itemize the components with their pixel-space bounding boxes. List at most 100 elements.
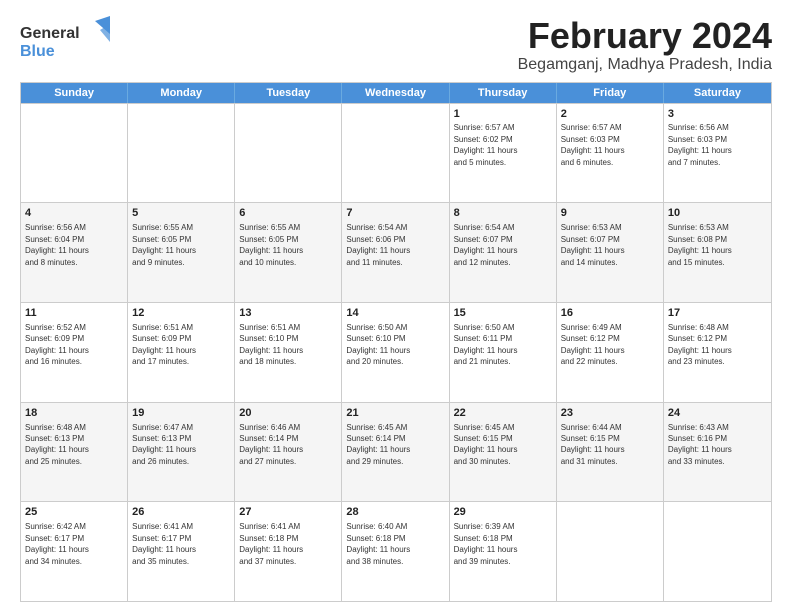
calendar-cell: 26 Sunrise: 6:41 AM Sunset: 6:17 PM Dayli… [128, 502, 235, 601]
day-info: Sunrise: 6:55 AM Sunset: 6:05 PM Dayligh… [132, 223, 196, 266]
calendar-cell [664, 502, 771, 601]
day-number: 12 [132, 306, 230, 321]
day-info: Sunrise: 6:40 AM Sunset: 6:18 PM Dayligh… [346, 522, 410, 565]
day-number: 29 [454, 505, 552, 520]
day-info: Sunrise: 6:45 AM Sunset: 6:15 PM Dayligh… [454, 423, 518, 466]
calendar-cell: 28Sunrise: 6:40 AM Sunset: 6:18 PM Dayli… [342, 502, 449, 601]
weekday-header-saturday: Saturday [664, 83, 771, 103]
weekday-header-thursday: Thursday [450, 83, 557, 103]
day-number: 14 [346, 306, 444, 321]
calendar-week-2: 4Sunrise: 6:56 AM Sunset: 6:04 PM Daylig… [21, 202, 771, 302]
calendar-cell: 23Sunrise: 6:44 AM Sunset: 6:15 PM Dayli… [557, 403, 664, 502]
calendar-cell: 21 Sunrise: 6:45 AM Sunset: 6:14 PM Dayli… [342, 403, 449, 502]
day-info: Sunrise: 6:42 AM Sunset: 6:17 PM Dayligh… [25, 522, 89, 565]
day-info: Sunrise: 6:41 AM Sunset: 6:18 PM Dayligh… [239, 522, 303, 565]
day-info: Sunrise: 6:50 AM Sunset: 6:11 PM Dayligh… [454, 323, 518, 366]
calendar-cell: 12 Sunrise: 6:51 AM Sunset: 6:09 PM Dayli… [128, 303, 235, 402]
day-info: Sunrise: 6:48 AM Sunset: 6:13 PM Dayligh… [25, 423, 89, 466]
day-number: 8 [454, 206, 552, 221]
logo-svg: General Blue [20, 16, 110, 66]
day-number: 13 [239, 306, 337, 321]
day-info: Sunrise: 6:57 AM Sunset: 6:03 PM Dayligh… [561, 123, 625, 166]
day-info: Sunrise: 6:55 AM Sunset: 6:05 PM Dayligh… [239, 223, 303, 266]
calendar-cell: 15 Sunrise: 6:50 AM Sunset: 6:11 PM Dayli… [450, 303, 557, 402]
day-info: Sunrise: 6:49 AM Sunset: 6:12 PM Dayligh… [561, 323, 625, 366]
day-info: Sunrise: 6:43 AM Sunset: 6:16 PM Dayligh… [668, 423, 732, 466]
calendar-cell: 13 Sunrise: 6:51 AM Sunset: 6:10 PM Dayli… [235, 303, 342, 402]
calendar-cell: 4Sunrise: 6:56 AM Sunset: 6:04 PM Daylig… [21, 203, 128, 302]
calendar-cell: 27 Sunrise: 6:41 AM Sunset: 6:18 PM Dayli… [235, 502, 342, 601]
day-info: Sunrise: 6:52 AM Sunset: 6:09 PM Dayligh… [25, 323, 89, 366]
day-number: 9 [561, 206, 659, 221]
day-info: Sunrise: 6:48 AM Sunset: 6:12 PM Dayligh… [668, 323, 732, 366]
page: General Blue February 2024 Begamganj, Ma… [0, 0, 792, 612]
calendar-cell [128, 104, 235, 203]
day-number: 7 [346, 206, 444, 221]
weekday-header-monday: Monday [128, 83, 235, 103]
day-number: 11 [25, 306, 123, 321]
day-number: 21 [346, 406, 444, 421]
calendar-cell: 20Sunrise: 6:46 AM Sunset: 6:14 PM Dayli… [235, 403, 342, 502]
svg-text:General: General [20, 25, 80, 42]
day-info: Sunrise: 6:54 AM Sunset: 6:07 PM Dayligh… [454, 223, 518, 266]
calendar-cell: 7 Sunrise: 6:54 AM Sunset: 6:06 PM Daylig… [342, 203, 449, 302]
day-number: 27 [239, 505, 337, 520]
day-number: 5 [132, 206, 230, 221]
calendar-header: SundayMondayTuesdayWednesdayThursdayFrid… [21, 83, 771, 103]
calendar-cell: 11 Sunrise: 6:52 AM Sunset: 6:09 PM Dayli… [21, 303, 128, 402]
calendar-cell: 29Sunrise: 6:39 AM Sunset: 6:18 PM Dayli… [450, 502, 557, 601]
month-year-title: February 2024 [518, 16, 772, 56]
day-info: Sunrise: 6:51 AM Sunset: 6:09 PM Dayligh… [132, 323, 196, 366]
day-number: 23 [561, 406, 659, 421]
calendar-cell: 9 Sunrise: 6:53 AM Sunset: 6:07 PM Daylig… [557, 203, 664, 302]
calendar-cell: 10 Sunrise: 6:53 AM Sunset: 6:08 PM Dayli… [664, 203, 771, 302]
calendar-cell: 17Sunrise: 6:48 AM Sunset: 6:12 PM Dayli… [664, 303, 771, 402]
day-info: Sunrise: 6:51 AM Sunset: 6:10 PM Dayligh… [239, 323, 303, 366]
calendar-cell: 5 Sunrise: 6:55 AM Sunset: 6:05 PM Daylig… [128, 203, 235, 302]
calendar-cell: 16 Sunrise: 6:49 AM Sunset: 6:12 PM Dayli… [557, 303, 664, 402]
calendar-cell: 2Sunrise: 6:57 AM Sunset: 6:03 PM Daylig… [557, 104, 664, 203]
day-number: 18 [25, 406, 123, 421]
day-number: 15 [454, 306, 552, 321]
day-number: 26 [132, 505, 230, 520]
title-block: February 2024 Begamganj, Madhya Pradesh,… [518, 16, 772, 74]
location-subtitle: Begamganj, Madhya Pradesh, India [518, 56, 772, 74]
day-info: Sunrise: 6:56 AM Sunset: 6:03 PM Dayligh… [668, 123, 732, 166]
day-info: Sunrise: 6:50 AM Sunset: 6:10 PM Dayligh… [346, 323, 410, 366]
calendar-cell [21, 104, 128, 203]
day-info: Sunrise: 6:46 AM Sunset: 6:14 PM Dayligh… [239, 423, 303, 466]
day-info: Sunrise: 6:41 AM Sunset: 6:17 PM Dayligh… [132, 522, 196, 565]
day-number: 10 [668, 206, 767, 221]
calendar-cell: 18 Sunrise: 6:48 AM Sunset: 6:13 PM Dayli… [21, 403, 128, 502]
weekday-header-sunday: Sunday [21, 83, 128, 103]
day-info: Sunrise: 6:45 AM Sunset: 6:14 PM Dayligh… [346, 423, 410, 466]
day-info: Sunrise: 6:54 AM Sunset: 6:06 PM Dayligh… [346, 223, 410, 266]
calendar-cell: 8 Sunrise: 6:54 AM Sunset: 6:07 PM Daylig… [450, 203, 557, 302]
calendar-cell: 25Sunrise: 6:42 AM Sunset: 6:17 PM Dayli… [21, 502, 128, 601]
calendar-cell: 3Sunrise: 6:56 AM Sunset: 6:03 PM Daylig… [664, 104, 771, 203]
calendar-cell: 6 Sunrise: 6:55 AM Sunset: 6:05 PM Daylig… [235, 203, 342, 302]
calendar: SundayMondayTuesdayWednesdayThursdayFrid… [20, 82, 772, 602]
calendar-week-5: 25Sunrise: 6:42 AM Sunset: 6:17 PM Dayli… [21, 501, 771, 601]
calendar-cell [342, 104, 449, 203]
weekday-header-wednesday: Wednesday [342, 83, 449, 103]
calendar-week-1: 1Sunrise: 6:57 AM Sunset: 6:02 PM Daylig… [21, 103, 771, 203]
day-info: Sunrise: 6:53 AM Sunset: 6:08 PM Dayligh… [668, 223, 732, 266]
svg-text:Blue: Blue [20, 43, 55, 60]
calendar-week-4: 18 Sunrise: 6:48 AM Sunset: 6:13 PM Dayli… [21, 402, 771, 502]
day-number: 4 [25, 206, 123, 221]
day-info: Sunrise: 6:57 AM Sunset: 6:02 PM Dayligh… [454, 123, 518, 166]
calendar-cell [235, 104, 342, 203]
calendar-week-3: 11 Sunrise: 6:52 AM Sunset: 6:09 PM Dayli… [21, 302, 771, 402]
calendar-cell: 22Sunrise: 6:45 AM Sunset: 6:15 PM Dayli… [450, 403, 557, 502]
weekday-header-friday: Friday [557, 83, 664, 103]
day-number: 1 [454, 107, 552, 122]
day-number: 16 [561, 306, 659, 321]
header: General Blue February 2024 Begamganj, Ma… [20, 16, 772, 74]
day-info: Sunrise: 6:47 AM Sunset: 6:13 PM Dayligh… [132, 423, 196, 466]
calendar-cell: 19Sunrise: 6:47 AM Sunset: 6:13 PM Dayli… [128, 403, 235, 502]
day-number: 6 [239, 206, 337, 221]
day-info: Sunrise: 6:53 AM Sunset: 6:07 PM Dayligh… [561, 223, 625, 266]
day-number: 3 [668, 107, 767, 122]
calendar-cell: 14 Sunrise: 6:50 AM Sunset: 6:10 PM Dayli… [342, 303, 449, 402]
